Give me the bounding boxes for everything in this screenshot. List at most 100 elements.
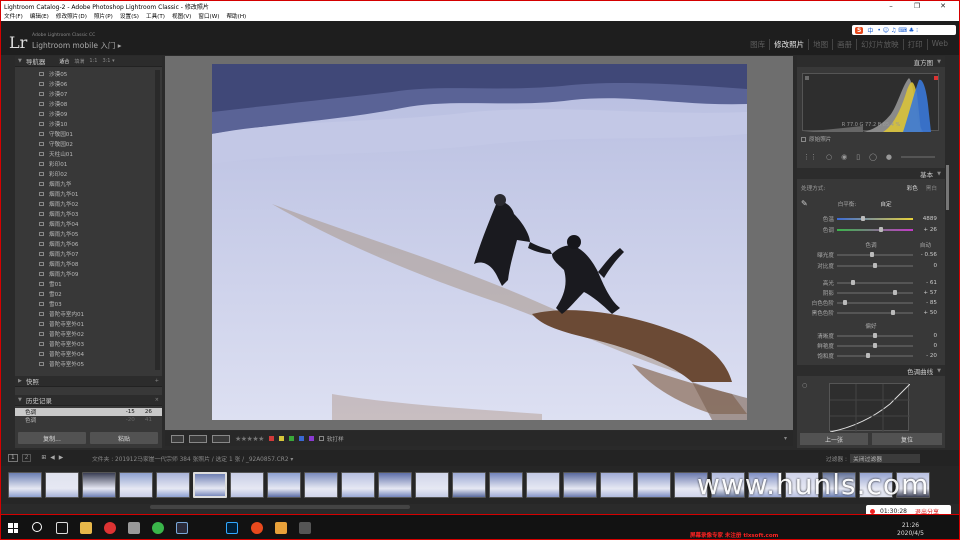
tone-auto-button[interactable]: 自动	[920, 241, 931, 249]
slider-value[interactable]: + 57	[913, 290, 937, 296]
tone-curve-graph[interactable]	[829, 383, 911, 433]
collection-item[interactable]: 烟雨九华04	[15, 219, 162, 229]
checkbox-icon[interactable]	[318, 436, 324, 441]
right-panel-scrollbar[interactable]	[946, 165, 949, 210]
history-header[interactable]: ▼ 历史记录 ×	[15, 395, 162, 406]
filmstrip-thumbnail[interactable]	[378, 472, 412, 498]
original-photo-toggle[interactable]: 原始照片	[801, 135, 831, 143]
menu-settings[interactable]: 设置(S)	[120, 12, 139, 20]
filmstrip-thumbnail[interactable]	[119, 472, 153, 498]
page-1-button[interactable]: 1	[8, 454, 18, 462]
collection-item[interactable]: 彩印01	[15, 159, 162, 169]
filmstrip-thumbnail[interactable]	[415, 472, 449, 498]
purple-label-icon[interactable]	[308, 436, 314, 441]
zoom-1-1[interactable]: 1:1	[89, 58, 97, 65]
slider-knob[interactable]	[870, 251, 875, 257]
slider-track[interactable]	[837, 215, 913, 221]
slider-track[interactable]	[837, 332, 913, 338]
filmstrip-thumbnail[interactable]	[8, 472, 42, 498]
collection-item[interactable]: 普陀寺室外03	[15, 339, 162, 349]
basic-header[interactable]: 基本 ▼	[797, 168, 945, 179]
reset-button[interactable]: 复位	[872, 433, 942, 445]
slider-knob[interactable]	[865, 352, 870, 358]
rating-stars[interactable]: ★★★★★	[235, 435, 264, 443]
collection-item[interactable]: 烟雨九华08	[15, 259, 162, 269]
menu-develop[interactable]: 修改照片(D)	[56, 12, 87, 20]
collection-item[interactable]: 烟雨九华06	[15, 239, 162, 249]
soft-proofing-toggle[interactable]: 软打样	[318, 435, 344, 443]
menu-edit[interactable]: 编辑(E)	[30, 12, 49, 20]
slider-knob[interactable]	[878, 226, 883, 232]
ime-toolbar[interactable]: S 中 • ☺ ♫ ⌨ ♣ ⁝	[852, 25, 956, 35]
checkbox-icon[interactable]	[801, 136, 806, 142]
module-print[interactable]: 打印	[902, 39, 927, 50]
slider-track[interactable]	[837, 226, 913, 232]
file-explorer-icon[interactable]	[80, 522, 92, 534]
slider-track[interactable]	[837, 279, 913, 285]
slider-track[interactable]	[837, 342, 913, 348]
spot-removal-icon[interactable]: ○	[826, 153, 832, 161]
red-label-icon[interactable]	[268, 436, 274, 441]
history-row[interactable]: 色调 -15 26	[15, 408, 162, 416]
module-library[interactable]: 图库	[746, 39, 769, 50]
filmstrip-thumbnail[interactable]	[600, 472, 634, 498]
wb-value[interactable]: 自定	[880, 200, 891, 208]
photoshop-taskbar-icon[interactable]	[226, 522, 238, 534]
snapshots-header[interactable]: ▶ 快照 +	[15, 376, 162, 387]
collection-item[interactable]: 沙漠06	[15, 79, 162, 89]
grid-view-icon[interactable]: ⊞	[41, 455, 46, 461]
filmstrip-scrollbar[interactable]	[150, 505, 410, 509]
collection-item[interactable]: 沙漠08	[15, 99, 162, 109]
collection-item[interactable]: 烟雨九华03	[15, 209, 162, 219]
treatment-color[interactable]: 彩色	[907, 184, 918, 192]
toolbar-menu-icon[interactable]: ▾	[784, 435, 787, 442]
collection-item[interactable]: 烟雨九华01	[15, 189, 162, 199]
filmstrip-thumbnail[interactable]	[82, 472, 116, 498]
page-2-button[interactable]: 2	[21, 454, 32, 462]
menu-help[interactable]: 帮助(H)	[226, 12, 246, 20]
maximize-button[interactable]: ❐	[905, 1, 929, 11]
slider-value[interactable]: 0	[913, 263, 937, 269]
forward-arrow-icon[interactable]: ▶	[59, 455, 63, 461]
close-button[interactable]: ✕	[931, 1, 955, 11]
main-photo[interactable]	[212, 64, 747, 420]
slider-knob[interactable]	[842, 299, 847, 305]
collection-item[interactable]: 守敬园02	[15, 139, 162, 149]
collection-item[interactable]: 普陀寺室外02	[15, 329, 162, 339]
filter-select[interactable]: 关闭过滤器	[850, 454, 920, 463]
module-book[interactable]: 画册	[832, 39, 856, 50]
filmstrip-thumbnail[interactable]	[489, 472, 523, 498]
collection-item[interactable]: 沙漠05	[15, 69, 162, 79]
filmstrip-source[interactable]: 文件夹 : 201912马家崖一代宗师 384 张照片 / 选定 1 张 / _…	[92, 454, 293, 463]
graduated-filter-icon[interactable]: ▯	[856, 153, 860, 161]
module-map[interactable]: 地图	[808, 39, 832, 50]
paste-settings-button[interactable]: 粘贴	[90, 432, 158, 444]
clear-history-icon[interactable]: ×	[155, 397, 159, 403]
collection-item[interactable]: 雪02	[15, 289, 162, 299]
collection-item[interactable]: 沙漠09	[15, 109, 162, 119]
slider-knob[interactable]	[891, 309, 895, 315]
slider-knob[interactable]	[873, 342, 877, 348]
collection-item[interactable]: 烟雨九华07	[15, 249, 162, 259]
collapse-triangle-icon[interactable]: ▼	[937, 59, 941, 65]
collection-item[interactable]: 普陀寺室外05	[15, 359, 162, 369]
collection-item[interactable]: 雪01	[15, 279, 162, 289]
collection-item[interactable]: 烟雨九华09	[15, 269, 162, 279]
slider-value[interactable]: - 85	[913, 300, 937, 306]
collection-item[interactable]: 普陀寺室外04	[15, 349, 162, 359]
filmstrip-thumbnail[interactable]	[193, 472, 227, 498]
history-row[interactable]: 色调 -20 41	[15, 416, 162, 424]
module-develop[interactable]: 修改照片	[769, 39, 808, 50]
collection-item[interactable]: 普陀寺室外01	[15, 319, 162, 329]
slider-track[interactable]	[837, 309, 913, 315]
histogram-header[interactable]: 直方图 ▼	[797, 56, 945, 67]
collection-item[interactable]: 烟雨九华	[15, 179, 162, 189]
copy-settings-button[interactable]: 复制...	[18, 432, 86, 444]
lightroom-taskbar-icon[interactable]	[176, 522, 188, 534]
module-web[interactable]: Web	[926, 39, 952, 50]
green-label-icon[interactable]	[288, 436, 294, 441]
task-view-icon[interactable]	[56, 522, 68, 534]
yellow-label-icon[interactable]	[278, 436, 284, 441]
filmstrip-thumbnail[interactable]	[637, 472, 671, 498]
zoom-3-1[interactable]: 3:1 ▾	[102, 58, 114, 65]
